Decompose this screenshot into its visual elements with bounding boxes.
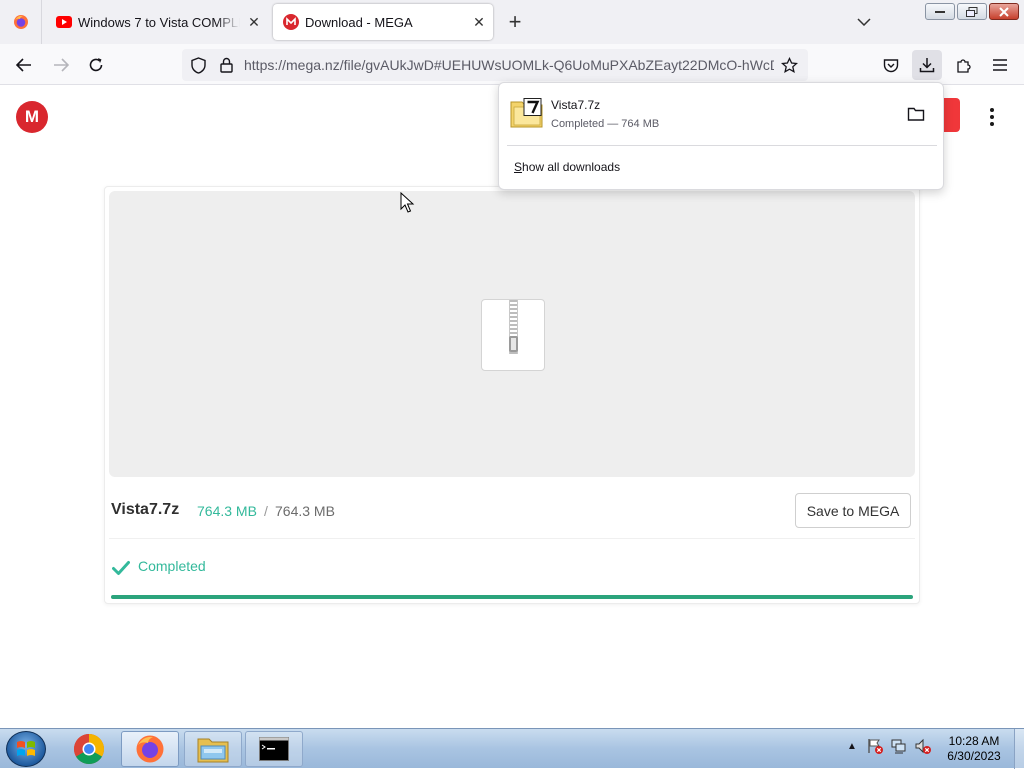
mouse-cursor-icon	[400, 192, 415, 213]
lock-icon[interactable]	[217, 56, 235, 74]
star-icon[interactable]	[780, 56, 798, 74]
zip-file-icon	[481, 299, 545, 371]
close-tab-icon[interactable]: ✕	[465, 8, 493, 36]
firefox-icon[interactable]	[121, 731, 179, 767]
youtube-icon	[56, 14, 72, 30]
file-preview	[109, 191, 915, 477]
minimize-button[interactable]	[925, 3, 955, 20]
tab-youtube[interactable]: Windows 7 to Vista COMPLETE ✕	[46, 4, 268, 40]
close-tab-icon[interactable]: ✕	[240, 8, 268, 36]
clock-date: 6/30/2023	[947, 749, 1001, 763]
windows-start-icon[interactable]	[6, 731, 46, 767]
shield-icon[interactable]	[189, 56, 207, 74]
downloads-icon[interactable]	[912, 50, 942, 80]
downloads-panel: Vista7.7z Completed — 764 MB Show all do…	[498, 82, 944, 190]
download-status: Completed	[138, 558, 206, 574]
extensions-icon[interactable]	[949, 50, 979, 80]
file-explorer-icon[interactable]	[184, 731, 242, 767]
network-icon[interactable]	[890, 737, 908, 755]
folder-icon[interactable]	[907, 105, 925, 123]
file-name: Vista7.7z	[111, 501, 180, 518]
tab-mega[interactable]: Download - MEGA ✕	[273, 4, 493, 40]
taskbar: ▲ 10:28 AM 6/30/2023	[0, 728, 1024, 769]
total-size: 764.3 MB	[275, 503, 335, 519]
chrome-icon[interactable]	[60, 731, 118, 767]
system-clock[interactable]: 10:28 AM 6/30/2023	[938, 734, 1010, 764]
pocket-icon[interactable]	[876, 50, 906, 80]
mega-logo[interactable]: M	[16, 101, 48, 133]
close-window-button[interactable]	[989, 3, 1019, 20]
command-prompt-icon[interactable]	[245, 731, 303, 767]
tab-title: Download - MEGA	[305, 14, 413, 30]
chevron-down-icon[interactable]	[852, 10, 876, 34]
show-all-downloads-link[interactable]: Show all downloads	[514, 160, 620, 174]
download-progress-bar	[111, 595, 913, 599]
tab-strip: Windows 7 to Vista COMPLETE ✕ Download -…	[0, 0, 1024, 44]
back-icon[interactable]	[9, 50, 39, 80]
save-to-mega-button[interactable]: Save to MEGA	[795, 493, 911, 528]
show-desktop-button[interactable]	[1014, 729, 1024, 769]
divider	[109, 538, 915, 539]
download-card: Vista7.7z 764.3 MB / 764.3 MB Save to ME…	[104, 186, 920, 604]
new-tab-button[interactable]: +	[502, 8, 528, 36]
reload-icon[interactable]	[81, 50, 111, 80]
download-item-name[interactable]: Vista7.7z	[551, 98, 600, 112]
forward-icon[interactable]	[46, 50, 76, 80]
volume-muted-icon[interactable]	[914, 737, 932, 755]
size-separator: /	[264, 503, 268, 519]
panel-divider	[507, 145, 937, 146]
clock-time: 10:28 AM	[948, 734, 1000, 748]
hamburger-menu-icon[interactable]	[985, 50, 1015, 80]
action-center-flag-icon[interactable]	[866, 737, 884, 755]
firefox-menu-icon[interactable]	[0, 0, 42, 44]
show-hidden-icons-icon[interactable]: ▲	[843, 737, 861, 755]
7z-archive-icon[interactable]	[510, 98, 543, 128]
restore-button[interactable]	[957, 3, 987, 20]
navigation-bar: https://mega.nz/file/gvAUkJwD#UEHUWsUOML…	[0, 44, 1024, 85]
progress-fill	[111, 595, 913, 599]
download-item-status: Completed — 764 MB	[551, 118, 660, 130]
mega-icon	[283, 14, 299, 30]
tab-title: Windows 7 to Vista COMPLETE	[78, 14, 240, 30]
downloaded-size: 764.3 MB	[197, 503, 257, 519]
url-text: https://mega.nz/file/gvAUkJwD#UEHUWsUOML…	[244, 57, 774, 73]
more-options-icon[interactable]	[982, 104, 1002, 130]
url-bar[interactable]: https://mega.nz/file/gvAUkJwD#UEHUWsUOML…	[182, 49, 808, 81]
check-icon	[112, 561, 130, 575]
